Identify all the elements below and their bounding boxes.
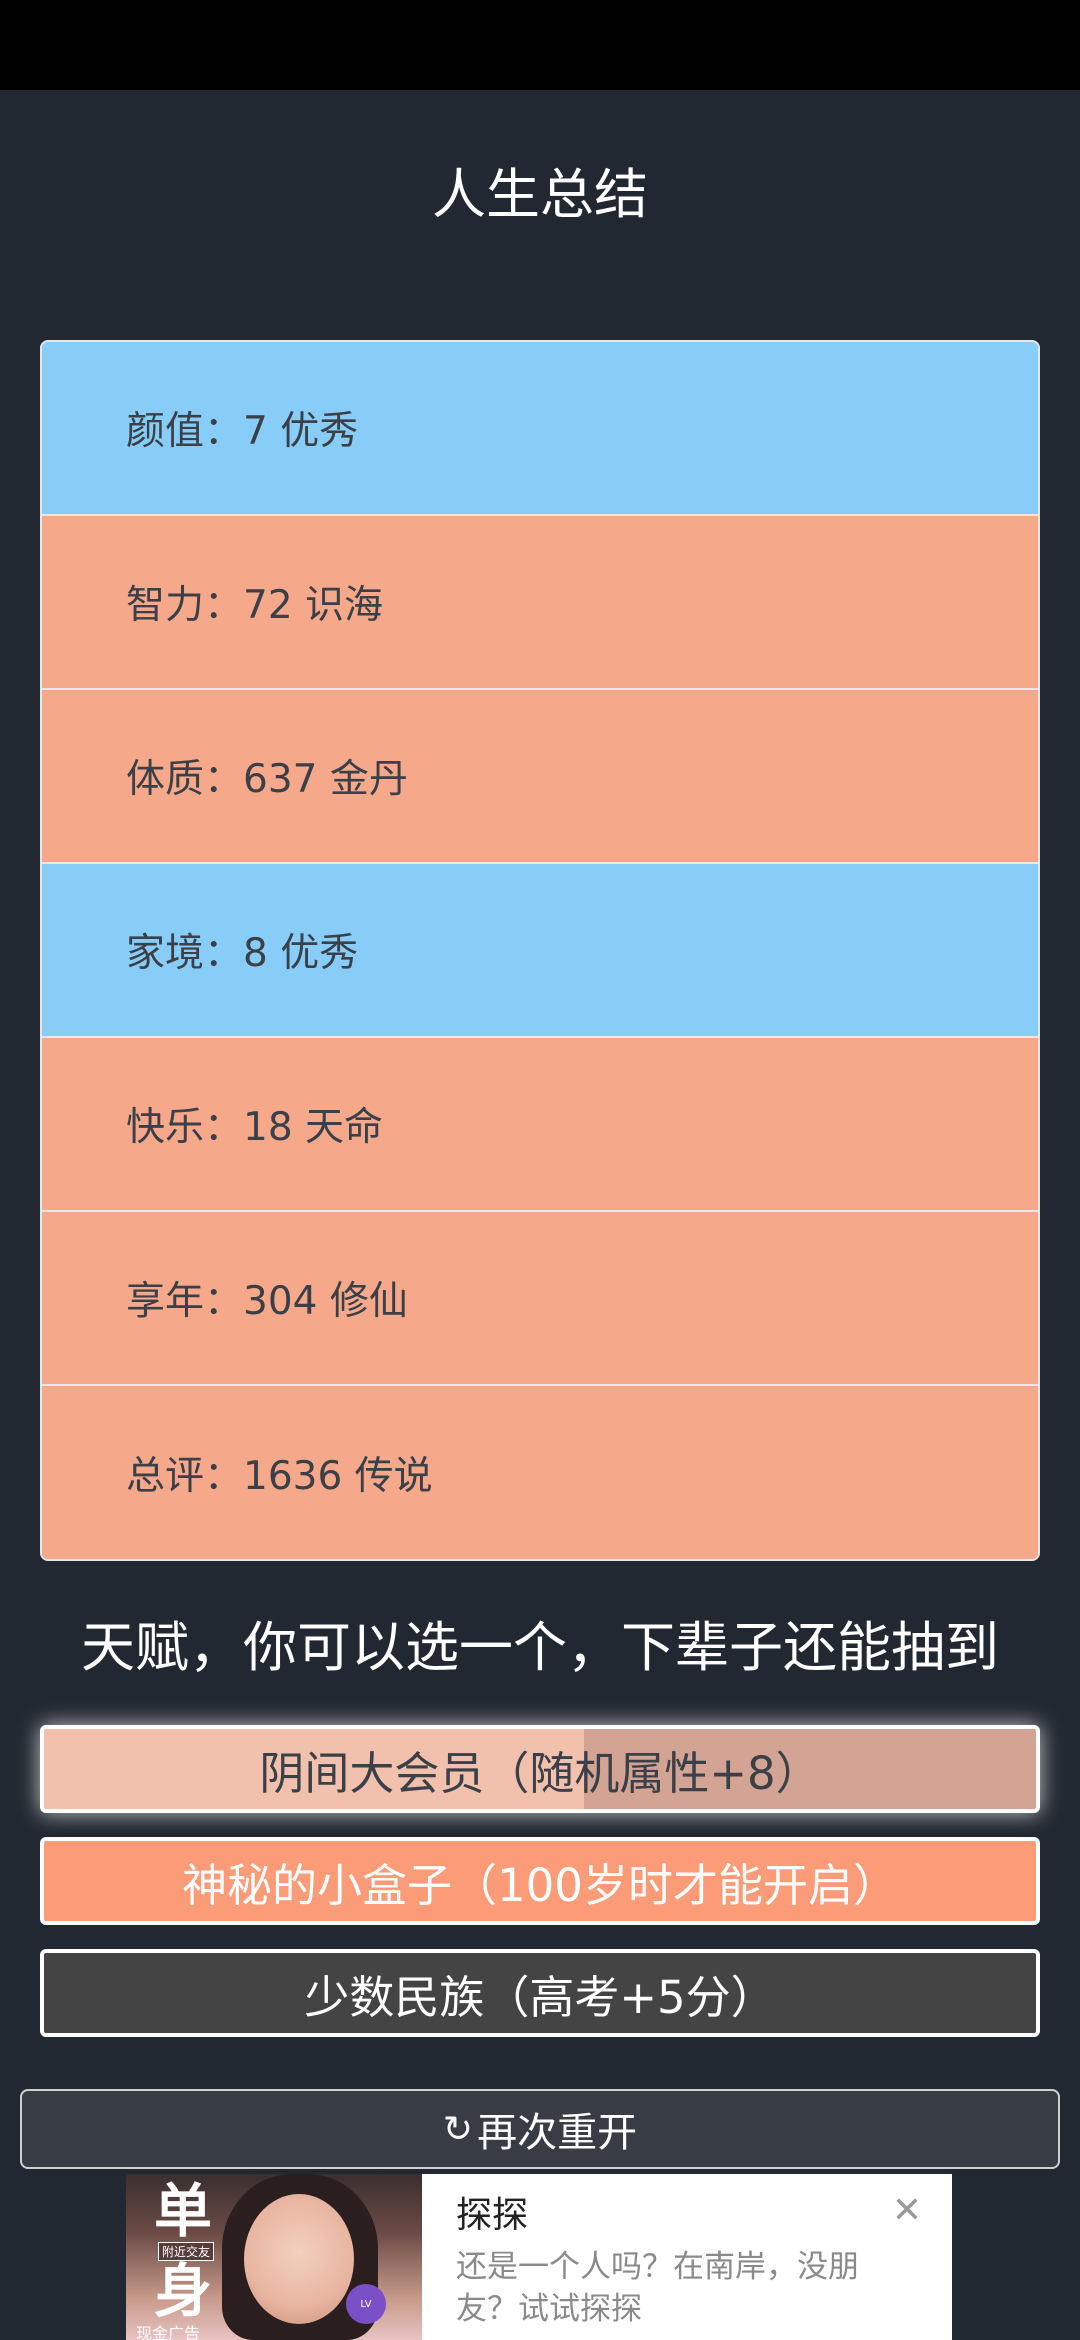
restart-button[interactable]: ↻ 再次重开 <box>20 2089 1060 2169</box>
talent-label: 神秘的小盒子（100岁时才能开启） <box>182 1858 898 1912</box>
stat-row-intelligence: 智力：72 识海 <box>42 516 1038 690</box>
stat-row-lifespan: 享年：304 修仙 <box>42 1212 1038 1386</box>
ad-image-text: 身 <box>154 2257 213 2325</box>
stat-row-appearance: 颜值：7 优秀 <box>42 342 1038 516</box>
stat-row-family: 家境：8 优秀 <box>42 864 1038 1038</box>
talent-option-underworld-vip[interactable]: 阴间大会员（随机属性+8） <box>40 1725 1040 1813</box>
stat-text: 智力：72 识海 <box>126 583 384 628</box>
talent-label: 少数民族（高考+5分） <box>304 1970 776 2024</box>
ad-image-text: 单 <box>154 2177 213 2245</box>
ad-face-shape <box>244 2194 354 2324</box>
status-bar <box>0 0 1080 90</box>
restart-label: 再次重开 <box>477 2110 638 2156</box>
ad-level-orb: LV <box>346 2284 386 2324</box>
stat-text: 快乐：18 天命 <box>126 1105 384 1150</box>
stat-row-happiness: 快乐：18 天命 <box>42 1038 1038 1212</box>
page-title: 人生总结 <box>432 163 648 226</box>
talent-title: 天赋，你可以选一个，下辈子还能抽到 <box>81 1616 999 1679</box>
ad-image: 单 附近交友 身 LV 现金广告 <box>126 2174 422 2340</box>
ad-banner[interactable]: 单 附近交友 身 LV 现金广告 探探 还是一个人吗？在南岸，没朋友？试试探探 … <box>126 2174 952 2340</box>
close-icon[interactable]: ✕ <box>892 2190 922 2231</box>
stat-text: 享年：304 修仙 <box>126 1279 408 1324</box>
stat-text: 颜值：7 优秀 <box>126 409 359 454</box>
ad-description: 还是一个人吗？在南岸，没朋友？试试探探 <box>456 2249 859 2327</box>
refresh-icon: ↻ <box>442 2108 474 2150</box>
stat-text: 总评：1636 传说 <box>126 1454 433 1499</box>
ad-small-text: 现金广告 <box>136 2324 201 2340</box>
stat-row-physique: 体质：637 金丹 <box>42 690 1038 864</box>
talent-option-mystery-box[interactable]: 神秘的小盒子（100岁时才能开启） <box>40 1837 1040 1925</box>
stat-text: 家境：8 优秀 <box>126 931 359 976</box>
stats-panel: 颜值：7 优秀 智力：72 识海 体质：637 金丹 家境：8 优秀 快乐：18… <box>40 340 1040 1561</box>
stat-row-overall: 总评：1636 传说 <box>42 1386 1038 1559</box>
talent-option-ethnic-minority[interactable]: 少数民族（高考+5分） <box>40 1949 1040 2037</box>
ad-title: 探探 <box>456 2195 529 2236</box>
stat-text: 体质：637 金丹 <box>126 757 408 802</box>
talent-label: 阴间大会员（随机属性+8） <box>259 1746 821 1800</box>
